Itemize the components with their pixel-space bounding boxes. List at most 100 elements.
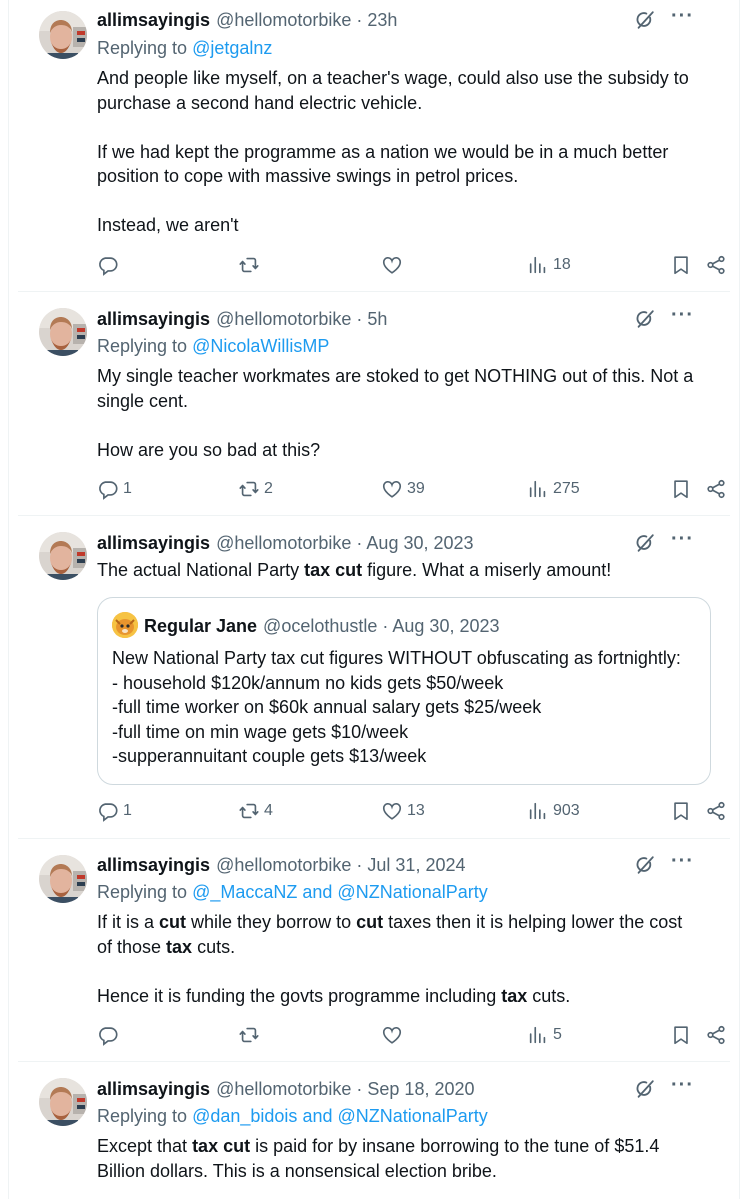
author-name[interactable]: allimsayingis: [97, 855, 210, 875]
tweet-text: Except that tax cut is paid for by insan…: [97, 1136, 660, 1181]
tweet-text: If it is a cut while they borrow to cut …: [97, 912, 683, 1006]
tweet-text: And people like myself, on a teacher's w…: [97, 68, 689, 235]
quote-avatar[interactable]: [112, 612, 138, 638]
tweet-actions: 1 2 39 275: [97, 477, 710, 501]
tweet-5[interactable]: allimsayingis @hellomotorbike · Sep 18, 2…: [18, 1062, 730, 1202]
views-button[interactable]: 18: [527, 253, 571, 277]
like-icon: [381, 478, 403, 500]
tweet-header: allimsayingis @hellomotorbike · Jul 31, 2…: [97, 850, 694, 876]
more-icon[interactable]: ···: [671, 850, 694, 872]
reply-to-link[interactable]: @jetgalnz: [192, 38, 272, 58]
replying-to: Replying to @dan_bidois and @NZNationalP…: [97, 1106, 488, 1126]
repost-button[interactable]: 4: [238, 799, 273, 823]
reply-to-link[interactable]: @_MaccaNZ: [192, 882, 297, 902]
like-icon: [381, 1024, 403, 1046]
author-avatar[interactable]: [39, 855, 87, 903]
tweet-time[interactable]: Jul 31, 2024: [367, 855, 465, 875]
tweet-header: allimsayingis @hellomotorbike · 5h ···: [97, 304, 694, 330]
quote-time[interactable]: Aug 30, 2023: [392, 616, 499, 636]
tweet-actions: 5: [97, 1023, 710, 1047]
views-button[interactable]: 903: [527, 799, 580, 823]
grok-icon[interactable]: [634, 532, 656, 554]
share-icon: [705, 800, 727, 822]
replying-to: Replying to @NicolaWillisMP: [97, 336, 330, 356]
more-icon[interactable]: ···: [671, 304, 694, 326]
tweet-text: My single teacher workmates are stoked t…: [97, 366, 694, 460]
like-button[interactable]: 13: [381, 799, 425, 823]
grok-icon[interactable]: [634, 308, 656, 330]
author-name[interactable]: allimsayingis: [97, 309, 210, 329]
views-icon: [527, 1024, 549, 1046]
quoted-tweet[interactable]: Regular Jane @ocelothustle · Aug 30, 2023…: [97, 597, 711, 785]
tweet-time[interactable]: Aug 30, 2023: [366, 533, 473, 553]
bookmark-button[interactable]: [670, 1023, 692, 1047]
tweet-4[interactable]: allimsayingis @hellomotorbike · Jul 31, 2…: [18, 839, 730, 1062]
tweet-actions: 1 4 13 903: [97, 799, 710, 823]
reply-to-link-2[interactable]: @NZNationalParty: [337, 1106, 487, 1126]
share-icon: [705, 254, 727, 276]
reply-to-link-2[interactable]: @NZNationalParty: [337, 882, 487, 902]
grok-icon[interactable]: [634, 1078, 656, 1100]
share-button[interactable]: [705, 1023, 727, 1047]
author-handle[interactable]: @hellomotorbike: [216, 309, 351, 329]
tweet-3[interactable]: allimsayingis @hellomotorbike · Aug 30, 2…: [18, 516, 730, 839]
highlight: tax cut: [304, 560, 363, 580]
reply-button[interactable]: 1: [97, 799, 132, 823]
quote-author-handle[interactable]: @ocelothustle: [263, 616, 377, 636]
reply-button[interactable]: [97, 1023, 123, 1047]
share-button[interactable]: [705, 799, 727, 823]
share-button[interactable]: [705, 477, 727, 501]
author-avatar[interactable]: [39, 1078, 87, 1126]
reply-to-link[interactable]: @dan_bidois: [192, 1106, 297, 1126]
tweet-time[interactable]: 5h: [367, 309, 387, 329]
author-avatar[interactable]: [39, 11, 87, 59]
more-icon[interactable]: ···: [671, 5, 694, 27]
author-handle[interactable]: @hellomotorbike: [216, 10, 351, 30]
tweet-2[interactable]: allimsayingis @hellomotorbike · 5h ··· Re…: [18, 292, 730, 516]
reply-button[interactable]: 1: [97, 477, 132, 501]
reply-icon: [97, 254, 119, 276]
author-handle[interactable]: @hellomotorbike: [216, 533, 351, 553]
tweet-header: allimsayingis @hellomotorbike · Sep 18, 2…: [97, 1074, 694, 1100]
more-icon[interactable]: ···: [671, 1074, 694, 1096]
tweet-text: The actual National Party tax cut figure…: [97, 560, 612, 580]
author-avatar[interactable]: [39, 308, 87, 356]
author-name[interactable]: allimsayingis: [97, 1079, 210, 1099]
replying-to: Replying to @jetgalnz: [97, 38, 273, 58]
author-avatar[interactable]: [39, 532, 87, 580]
repost-icon: [238, 478, 260, 500]
like-button[interactable]: [381, 253, 407, 277]
reply-icon: [97, 478, 119, 500]
repost-icon: [238, 1024, 260, 1046]
tweet-1[interactable]: allimsayingis @hellomotorbike · 23h ··· R…: [18, 0, 730, 292]
quote-author-name[interactable]: Regular Jane: [144, 616, 257, 636]
grok-icon[interactable]: [634, 9, 656, 31]
author-name[interactable]: allimsayingis: [97, 533, 210, 553]
like-icon: [381, 800, 403, 822]
tweet-time[interactable]: Sep 18, 2020: [367, 1079, 474, 1099]
grok-icon[interactable]: [634, 854, 656, 876]
views-button[interactable]: 5: [527, 1023, 562, 1047]
like-button[interactable]: [381, 1023, 407, 1047]
reply-button[interactable]: [97, 253, 123, 277]
share-button[interactable]: [705, 253, 727, 277]
bookmark-button[interactable]: [670, 253, 692, 277]
repost-button[interactable]: [238, 253, 264, 277]
repost-button[interactable]: [238, 1023, 264, 1047]
tweet-actions: 18: [97, 253, 710, 277]
views-button[interactable]: 275: [527, 477, 580, 501]
author-name[interactable]: allimsayingis: [97, 10, 210, 30]
repost-icon: [238, 254, 260, 276]
more-icon[interactable]: ···: [671, 528, 694, 550]
like-button[interactable]: 39: [381, 477, 425, 501]
views-icon: [527, 254, 549, 276]
replying-to: Replying to @_MaccaNZ and @NZNationalPar…: [97, 882, 488, 902]
tweet-time[interactable]: 23h: [367, 10, 397, 30]
reply-to-link[interactable]: @NicolaWillisMP: [192, 336, 329, 356]
author-handle[interactable]: @hellomotorbike: [216, 855, 351, 875]
reply-icon: [97, 800, 119, 822]
bookmark-button[interactable]: [670, 799, 692, 823]
author-handle[interactable]: @hellomotorbike: [216, 1079, 351, 1099]
bookmark-button[interactable]: [670, 477, 692, 501]
repost-button[interactable]: 2: [238, 477, 273, 501]
